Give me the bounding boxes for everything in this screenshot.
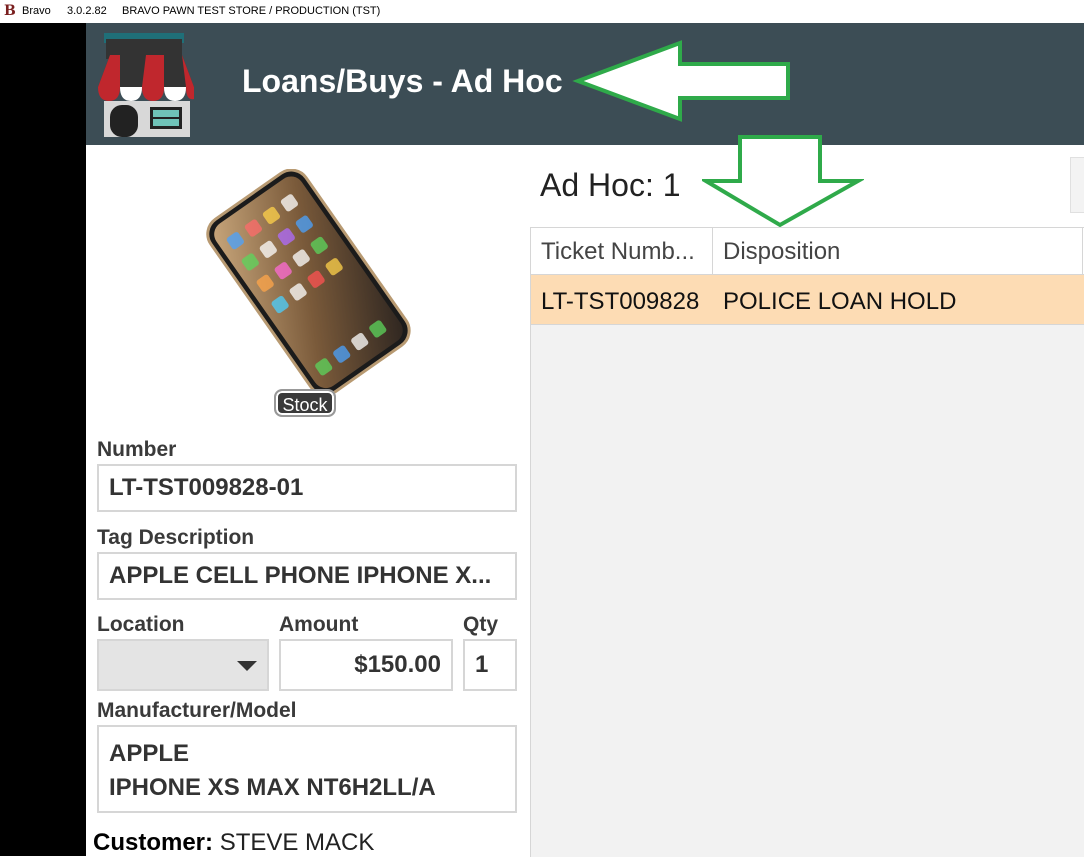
amount-field[interactable]: $150.00 — [279, 639, 453, 691]
amount-label: Amount — [279, 613, 359, 636]
customer-label: Customer: — [93, 829, 214, 856]
stock-button[interactable]: Stock — [274, 389, 336, 417]
tag-description-field[interactable]: APPLE CELL PHONE IPHONE X... — [97, 552, 517, 600]
customer-name: STEVE MACK — [219, 829, 375, 856]
adhoc-panel: Ad Hoc: 1 Ticket Numb... Disposition LT-… — [530, 135, 1084, 857]
number-field[interactable]: LT-TST009828-01 — [97, 464, 517, 512]
phone-photo — [206, 169, 411, 396]
toolbar-button-edge[interactable] — [1070, 157, 1084, 213]
manufacturer-line: APPLE — [109, 740, 190, 767]
column-divider[interactable] — [1082, 228, 1083, 274]
app-version: 3.0.2.82 — [67, 5, 107, 17]
location-label: Location — [97, 613, 185, 636]
qty-field[interactable]: 1 — [463, 639, 517, 691]
item-detail-panel: Stock Number LT-TST009828-01 Tag Descrip… — [86, 145, 530, 856]
ticket-number-cell: LT-TST009828 — [541, 288, 700, 315]
page-title: Loans/Buys - Ad Hoc — [242, 63, 563, 99]
column-divider[interactable] — [712, 228, 713, 274]
window-titlebar: B Bravo 3.0.2.82 BRAVO PAWN TEST STORE /… — [0, 0, 1084, 23]
manufacturer-model-field[interactable]: APPLE IPHONE XS MAX NT6H2LL/A — [97, 725, 517, 813]
main-content: Stock Number LT-TST009828-01 Tag Descrip… — [86, 135, 1084, 857]
store-name: BRAVO PAWN TEST STORE / PRODUCTION (TST) — [122, 5, 381, 17]
store-icon — [98, 33, 194, 137]
annotation-arrow-down — [702, 135, 864, 228]
manufacturer-model-label: Manufacturer/Model — [97, 699, 297, 722]
adhoc-grid: Ticket Numb... Disposition LT-TST009828 … — [530, 227, 1084, 857]
adhoc-count-title: Ad Hoc: 1 — [540, 167, 681, 203]
qty-label: Qty — [463, 613, 499, 636]
table-row[interactable]: LT-TST009828 POLICE LOAN HOLD — [531, 275, 1084, 325]
number-label: Number — [97, 438, 177, 461]
location-dropdown[interactable] — [97, 639, 269, 691]
annotation-arrow-left — [572, 40, 790, 122]
column-header-ticket[interactable]: Ticket Numb... — [541, 238, 695, 266]
disposition-cell: POLICE LOAN HOLD — [723, 288, 957, 315]
app-name: Bravo — [22, 5, 51, 17]
left-sidebar — [0, 23, 86, 856]
tag-description-label: Tag Description — [97, 526, 255, 549]
column-header-disposition[interactable]: Disposition — [723, 238, 840, 266]
bravo-logo-icon: B — [4, 3, 16, 19]
model-line: IPHONE XS MAX NT6H2LL/A — [109, 774, 436, 801]
customer-info: Customer: STEVE MACK — [93, 829, 374, 857]
grid-header: Ticket Numb... Disposition — [531, 228, 1084, 275]
dropdown-caret-icon — [237, 661, 257, 671]
